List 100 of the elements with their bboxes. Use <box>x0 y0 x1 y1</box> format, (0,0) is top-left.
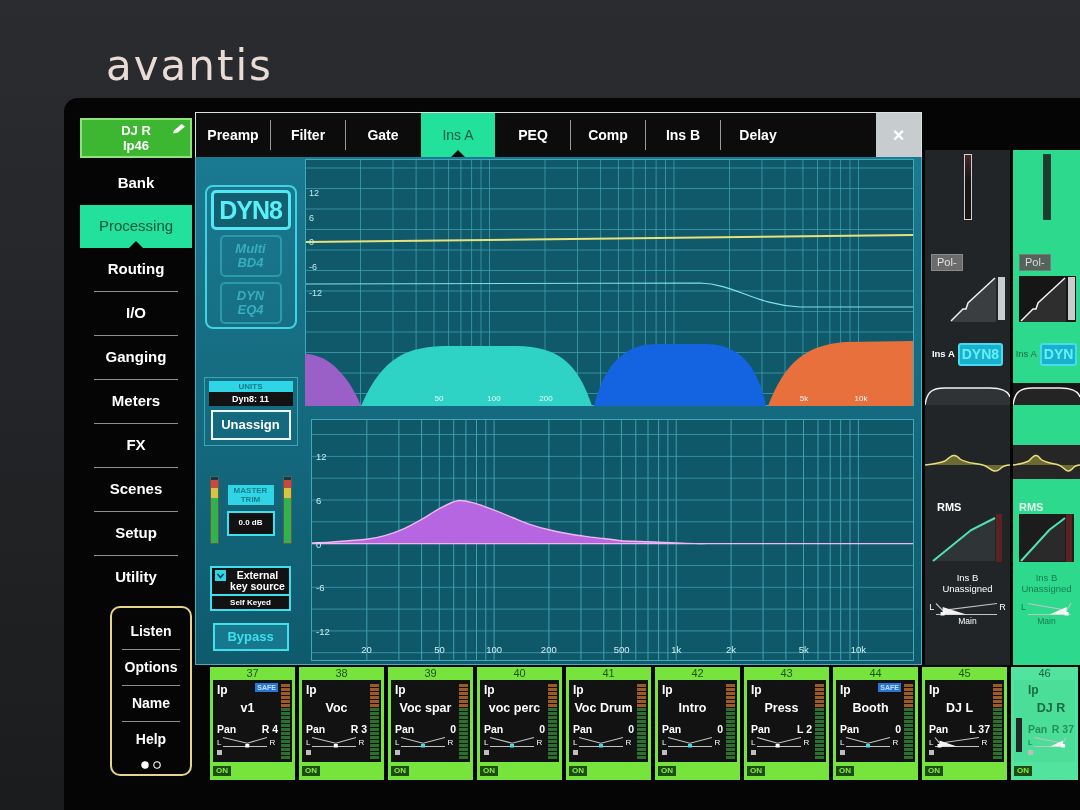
on-button[interactable]: ON <box>1014 766 1032 776</box>
pan-slider[interactable] <box>489 736 536 748</box>
pan-slider[interactable] <box>935 602 999 616</box>
menu-item[interactable]: Name <box>112 686 190 721</box>
pan-slider[interactable] <box>934 736 981 748</box>
axis-label: 6 <box>309 213 314 223</box>
tab[interactable]: Comp <box>571 113 645 157</box>
tab[interactable]: Gate <box>346 113 420 157</box>
channel-strip-panel[interactable]: Pol- Ins A DYN8 RMS Ins B Unassigned L R Main <box>925 150 1010 665</box>
menu-item[interactable]: Scenes <box>80 468 192 511</box>
channel-strip[interactable]: 41 Ip Voc Drum Pan 0 L R ON <box>566 667 651 780</box>
pan-thumb[interactable] <box>1061 744 1066 748</box>
channel-number: 41 <box>601 667 616 680</box>
pan-thumb[interactable] <box>940 612 945 616</box>
channel-display[interactable]: Ip Voc Drum Pan 0 L R <box>569 680 648 762</box>
tab[interactable]: Ins A <box>421 113 495 157</box>
pan-slider[interactable] <box>667 736 714 748</box>
menu-item[interactable]: Bank <box>80 162 192 205</box>
trim-value-field[interactable]: 0.0 dB <box>226 510 275 536</box>
channel-strip[interactable]: 40 Ip voc perc Pan 0 L R ON <box>477 667 562 780</box>
menu-item[interactable]: Utility <box>80 556 192 599</box>
menu-item[interactable]: Ganging <box>80 336 192 379</box>
pan-right-label: R <box>269 737 276 747</box>
pan-left-label: L <box>1021 602 1026 612</box>
pan-slider[interactable] <box>756 736 803 748</box>
menu-item[interactable]: FX <box>80 424 192 467</box>
channel-display[interactable]: Ip Intro Pan 0 L R <box>658 680 737 762</box>
page-dot-icon[interactable] <box>153 761 161 769</box>
band-shape[interactable] <box>768 341 913 406</box>
menu-item[interactable]: Listen <box>112 614 190 649</box>
channel-display[interactable]: Ip DJ L Pan L 37 L R <box>925 680 1004 762</box>
filter-response-curve <box>1013 383 1080 405</box>
channel-strip[interactable]: 46 Ip DJ R Pan R 37 L ON <box>1011 667 1078 780</box>
source-label: Ip <box>306 683 317 698</box>
pan-thumb[interactable] <box>599 744 604 748</box>
channel-name: Intro <box>677 700 708 717</box>
channel-strip-panel[interactable]: Pol- Ins A DYN RMS Ins B Unassigned L Main <box>1013 150 1080 665</box>
page-dot-icon[interactable] <box>141 761 149 769</box>
polarity-button[interactable]: Pol- <box>931 254 963 271</box>
pan-thumb[interactable] <box>510 744 515 748</box>
checkbox[interactable] <box>215 570 226 581</box>
tab[interactable]: Ins B <box>646 113 720 157</box>
channel-display[interactable]: Ip DJ R Pan R 37 L <box>1014 680 1075 762</box>
channel-name: DJ L <box>944 700 975 717</box>
tab[interactable]: Delay <box>721 113 795 157</box>
on-button[interactable]: ON <box>836 766 854 776</box>
channel-display[interactable]: Ip Voc Pan R 3 L R <box>302 680 381 762</box>
filter-curve[interactable] <box>949 276 1006 322</box>
channel-strip[interactable]: 38 Ip Voc Pan R 3 L R ON <box>299 667 384 780</box>
axis-tick-label: 200 <box>540 644 557 655</box>
pan-thumb[interactable] <box>245 744 250 748</box>
on-button[interactable]: ON <box>480 766 498 776</box>
on-button[interactable]: ON <box>391 766 409 776</box>
key-source-field[interactable]: Self Keyed <box>212 594 289 609</box>
on-button[interactable]: ON <box>302 766 320 776</box>
channel-strip[interactable]: 45 Ip DJ L Pan L 37 L R ON <box>922 667 1007 780</box>
pan-slider[interactable] <box>845 736 892 748</box>
menu-item[interactable]: Processing <box>80 205 192 248</box>
tab[interactable]: PEQ <box>496 113 570 157</box>
menu-item[interactable]: Meters <box>80 380 192 423</box>
channel-display[interactable]: Ip Voc spar Pan 0 L R <box>391 680 470 762</box>
pan-thumb[interactable] <box>866 744 871 748</box>
on-button[interactable]: ON <box>925 766 943 776</box>
menu-item[interactable]: Help <box>112 722 190 757</box>
unassign-button[interactable]: Unassign <box>210 410 291 440</box>
pan-label: Pan <box>662 723 682 736</box>
pan-slider[interactable] <box>311 736 358 748</box>
pan-slider[interactable] <box>400 736 447 748</box>
channel-display[interactable]: Ip voc perc Pan 0 L R <box>480 680 559 762</box>
pan-thumb[interactable] <box>688 744 693 748</box>
filter-curve[interactable] <box>1019 276 1076 322</box>
pan-slider[interactable] <box>1027 602 1072 616</box>
pan-thumb[interactable] <box>1064 612 1069 616</box>
menu-item[interactable]: I/O <box>80 292 192 335</box>
on-button[interactable]: ON <box>747 766 765 776</box>
channel-strip[interactable]: 43 Ip Press Pan L 2 L R ON <box>744 667 829 780</box>
pan-slider[interactable] <box>578 736 625 748</box>
on-button[interactable]: ON <box>658 766 676 776</box>
pan-thumb[interactable] <box>776 744 781 748</box>
pan-thumb[interactable] <box>334 744 339 748</box>
menu-item[interactable]: Routing <box>80 248 192 291</box>
on-button[interactable]: ON <box>569 766 587 776</box>
pan-slider[interactable] <box>1033 736 1068 748</box>
pan-thumb[interactable] <box>937 744 942 748</box>
pan-thumb[interactable] <box>421 744 426 748</box>
band-shape[interactable] <box>361 346 592 406</box>
pencil-icon[interactable] <box>172 123 186 134</box>
channel-strip[interactable]: 39 Ip Voc spar Pan 0 L R ON <box>388 667 473 780</box>
menu-item[interactable]: Setup <box>80 512 192 555</box>
on-button[interactable]: ON <box>213 766 231 776</box>
channel-display[interactable]: Ip Press Pan L 2 L R <box>747 680 826 762</box>
channel-name: voc perc <box>487 700 542 717</box>
channel-strip[interactable]: 42 Ip Intro Pan 0 L R ON <box>655 667 740 780</box>
menu-item[interactable]: Options <box>112 650 190 685</box>
pan-left-label: L <box>662 737 667 747</box>
tab[interactable]: Filter <box>271 113 345 157</box>
polarity-button[interactable]: Pol- <box>1019 254 1051 271</box>
pan-slider[interactable] <box>222 736 269 748</box>
tab[interactable]: Preamp <box>196 113 270 157</box>
unit-type-button[interactable]: DYN8 <box>210 190 291 230</box>
